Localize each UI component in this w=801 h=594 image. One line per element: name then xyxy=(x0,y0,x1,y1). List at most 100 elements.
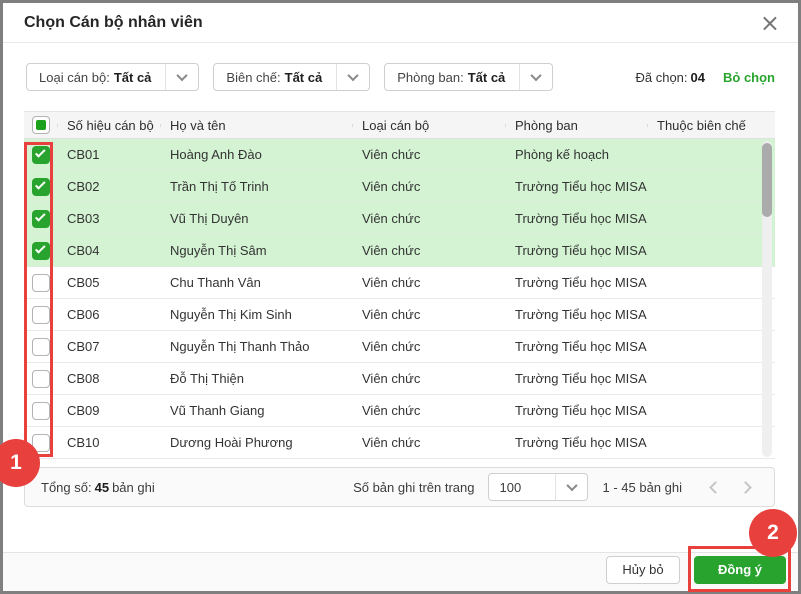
page-title: Chọn Cán bộ nhân viên xyxy=(24,13,203,31)
cell-code: CB06 xyxy=(67,307,100,322)
filter-department-text: Phòng ban: Tất cả xyxy=(397,69,506,85)
cell-department: Phòng kế hoạch xyxy=(515,147,609,162)
dialog-header: Chọn Cán bộ nhân viên × xyxy=(3,3,798,43)
cell-department: Trường Tiểu học MISA xyxy=(515,403,647,418)
pagination-bar: Tổng số: 45 bản ghi Số bản ghi trên trang … xyxy=(24,467,775,507)
cell-code: CB03 xyxy=(67,211,100,226)
row-checkbox[interactable] xyxy=(31,305,50,324)
cell-code: CB01 xyxy=(67,147,100,162)
filter-tenure[interactable]: Biên chế: Tất cả xyxy=(213,63,371,91)
cell-name: Nguyễn Thị Thanh Thảo xyxy=(170,339,310,354)
table-row[interactable]: CB04 Nguyễn Thị Sâm Viên chức Trường Tiể… xyxy=(24,235,775,267)
cell-name: Trần Thị Tố Trinh xyxy=(170,179,269,194)
cell-type: Viên chức xyxy=(362,307,421,322)
cell-department: Trường Tiểu học MISA xyxy=(515,275,647,290)
table-row[interactable]: CB03 Vũ Thị Duyên Viên chức Trường Tiểu … xyxy=(24,203,775,235)
row-checkbox[interactable] xyxy=(31,401,50,420)
row-checkbox[interactable] xyxy=(31,273,50,292)
per-page-select[interactable]: 100 xyxy=(488,473,589,501)
cell-name: Nguyễn Thị Kim Sinh xyxy=(170,307,292,322)
cell-type: Viên chức xyxy=(362,435,421,450)
cell-name: Nguyễn Thị Sâm xyxy=(170,243,267,258)
row-checkbox[interactable] xyxy=(31,337,50,356)
table-row[interactable]: CB01 Hoàng Anh Đào Viên chức Phòng kế ho… xyxy=(24,139,775,171)
cell-type: Viên chức xyxy=(362,211,421,226)
check-icon xyxy=(34,179,46,190)
cell-code: CB04 xyxy=(67,243,100,258)
cell-name: Dương Hoài Phương xyxy=(170,435,293,450)
cell-type: Viên chức xyxy=(362,339,421,354)
cell-department: Trường Tiểu học MISA xyxy=(515,371,647,386)
chevron-down-icon xyxy=(519,64,552,90)
cancel-button[interactable]: Hủy bỏ xyxy=(606,555,680,584)
cell-department: Trường Tiểu học MISA xyxy=(515,307,647,322)
check-icon xyxy=(34,211,46,222)
table-header-row: Số hiệu cán bộ Họ và tên Loại cán bộ Phò… xyxy=(24,111,775,139)
column-header-tenure: Thuộc biên chế xyxy=(647,118,775,133)
column-header-type: Loại cán bộ xyxy=(352,118,505,133)
selection-info: Đã chọn: 04 Bỏ chọn xyxy=(635,70,775,85)
clear-selection-link[interactable]: Bỏ chọn xyxy=(723,70,775,85)
row-checkbox[interactable] xyxy=(31,145,50,164)
cell-name: Chu Thanh Vân xyxy=(170,275,261,290)
cell-department: Trường Tiểu học MISA xyxy=(515,435,647,450)
column-header-code: Số hiệu cán bộ xyxy=(57,118,160,133)
filter-row: Loại cán bộ: Tất cả Biên chế: Tất cả Phòng… xyxy=(3,43,798,111)
close-icon[interactable]: × xyxy=(760,11,780,35)
table-row[interactable]: CB07 Nguyễn Thị Thanh Thảo Viên chức Trư… xyxy=(24,331,775,363)
row-checkbox[interactable] xyxy=(31,433,50,452)
cell-name: Vũ Thanh Giang xyxy=(170,403,265,418)
table-row[interactable]: CB09 Vũ Thanh Giang Viên chức Trường Tiể… xyxy=(24,395,775,427)
check-icon xyxy=(34,147,46,158)
cell-department: Trường Tiểu học MISA xyxy=(515,211,647,226)
total-records: Tổng số: 45 bản ghi xyxy=(41,479,155,495)
cell-type: Viên chức xyxy=(362,371,421,386)
row-checkbox[interactable] xyxy=(31,177,50,196)
selected-count: Đã chọn: 04 xyxy=(635,69,705,85)
confirm-button[interactable]: Đồng ý xyxy=(694,555,786,584)
cell-type: Viên chức xyxy=(362,179,421,194)
select-all-checkbox-cell xyxy=(24,116,57,134)
cell-type: Viên chức xyxy=(362,275,421,290)
table-row[interactable]: CB10 Dương Hoài Phương Viên chức Trường … xyxy=(24,427,775,459)
cell-type: Viên chức xyxy=(362,147,421,162)
cell-name: Vũ Thị Duyên xyxy=(170,211,249,226)
vertical-scrollbar[interactable] xyxy=(762,141,772,457)
prev-page-button[interactable] xyxy=(700,480,730,494)
per-page-label: Số bản ghi trên trang xyxy=(353,479,475,495)
cell-department: Trường Tiểu học MISA xyxy=(515,243,647,258)
cell-department: Trường Tiểu học MISA xyxy=(515,339,647,354)
row-checkbox[interactable] xyxy=(31,369,50,388)
scrollbar-thumb[interactable] xyxy=(762,143,772,217)
cell-code: CB07 xyxy=(67,339,100,354)
cell-code: CB02 xyxy=(67,179,100,194)
table-row[interactable]: CB08 Đỗ Thị Thiện Viên chức Trường Tiểu … xyxy=(24,363,775,395)
per-page-value: 100 xyxy=(499,479,522,495)
chevron-down-icon xyxy=(336,64,369,90)
chevron-down-icon xyxy=(555,474,587,500)
record-range: 1 - 45 bản ghi xyxy=(602,479,682,495)
row-checkbox[interactable] xyxy=(31,209,50,228)
chevron-left-icon xyxy=(708,480,722,494)
cell-name: Đỗ Thị Thiện xyxy=(170,371,244,386)
cell-department: Trường Tiểu học MISA xyxy=(515,179,647,194)
check-icon xyxy=(34,243,46,254)
chevron-right-icon xyxy=(738,480,752,494)
table-row[interactable]: CB05 Chu Thanh Vân Viên chức Trường Tiểu… xyxy=(24,267,775,299)
table-row[interactable]: CB06 Nguyễn Thị Kim Sinh Viên chức Trườn… xyxy=(24,299,775,331)
cell-type: Viên chức xyxy=(362,403,421,418)
cell-name: Hoàng Anh Đào xyxy=(170,147,262,162)
dialog-footer: Hủy bỏ Đồng ý xyxy=(3,552,798,591)
chevron-down-icon xyxy=(165,64,198,90)
table-row[interactable]: CB02 Trần Thị Tố Trinh Viên chức Trường … xyxy=(24,171,775,203)
select-all-checkbox[interactable] xyxy=(31,116,50,134)
row-checkbox[interactable] xyxy=(31,241,50,260)
cell-code: CB10 xyxy=(67,435,100,450)
filter-staff-type[interactable]: Loại cán bộ: Tất cả xyxy=(26,63,200,91)
cell-code: CB08 xyxy=(67,371,100,386)
next-page-button[interactable] xyxy=(730,480,760,494)
cell-type: Viên chức xyxy=(362,243,421,258)
filter-department[interactable]: Phòng ban: Tất cả xyxy=(384,63,554,91)
filter-tenure-text: Biên chế: Tất cả xyxy=(226,69,323,85)
cell-code: CB05 xyxy=(67,275,100,290)
